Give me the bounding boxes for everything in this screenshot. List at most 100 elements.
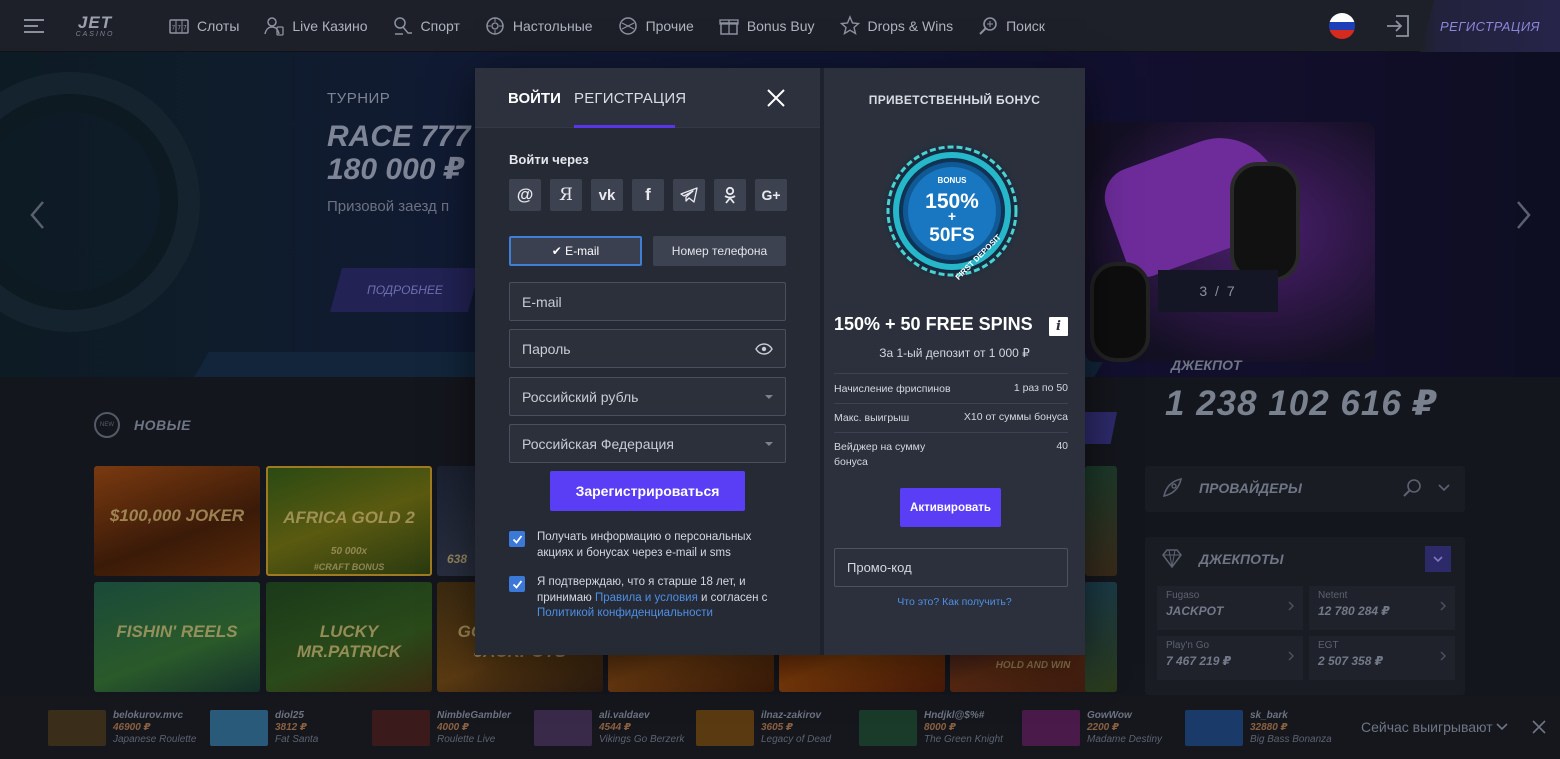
nav-item-slots[interactable]: 7 7 7 Слоты [168, 15, 239, 37]
nav-item-bonus-buy[interactable]: Bonus Buy [718, 15, 815, 37]
jackpot-amount: 12 780 284 ₽ [1318, 604, 1390, 618]
promo-code-placeholder: Промо-код [847, 560, 912, 575]
menu-icon[interactable] [24, 18, 46, 33]
chevron-down-icon[interactable] [1495, 720, 1509, 734]
jackpot-item[interactable]: Netent 12 780 284 ₽ [1309, 586, 1455, 630]
vk-icon: vk [598, 186, 616, 204]
bonus-row-key: Начисление фриспинов [834, 383, 951, 395]
privacy-link[interactable]: Политикой конфиденциальности [537, 607, 713, 619]
winner-item[interactable]: belokurov.mvc 46900 ₽ Japanese Roulette [48, 710, 196, 746]
game-tile[interactable]: FISHIN' REELS [94, 582, 260, 692]
game-tile-title: FISHIN' REELS [116, 622, 238, 641]
bonus-row-value: 40 [1056, 440, 1068, 452]
promo-code-field[interactable]: Промо-код [834, 548, 1068, 587]
winner-game-thumbnail [372, 710, 430, 746]
winner-amount: 3812 ₽ [275, 722, 307, 733]
jackpot-value: 1 238 102 616 ₽ [1165, 384, 1438, 423]
game-tile[interactable]: AFRICA GOLD 2 50 000x #CRAFT BONUS [266, 466, 432, 576]
jackpot-item[interactable]: Play'n Go 7 467 219 ₽ [1157, 636, 1303, 680]
winner-game-thumbnail [48, 710, 106, 746]
bonus-title: ПРИВЕТСТВЕННЫЙ БОНУС [868, 93, 1041, 107]
drops-wins-icon [839, 14, 860, 35]
social-google-plus-button[interactable]: G+ [755, 179, 787, 211]
close-icon[interactable] [1531, 719, 1547, 735]
register-button[interactable]: Зарегистрироваться [550, 471, 745, 511]
social-facebook-button[interactable]: f [632, 179, 664, 211]
promo-help-link[interactable]: Что это? Как получить? [824, 596, 1085, 608]
method-email-button[interactable]: ✔ E-mail [509, 236, 642, 266]
nav-item-table-games[interactable]: Настольные [484, 15, 593, 37]
social-mail-ru-button[interactable]: @ [509, 179, 541, 211]
jackpot-item[interactable]: Fugaso JACKPOT [1157, 586, 1303, 630]
slide-counter: 3 / 7 [1158, 270, 1278, 312]
nav-item-live-casino[interactable]: Live Казино [263, 15, 368, 37]
age-consent-checkbox[interactable] [509, 576, 525, 592]
winner-amount: 3605 ₽ [761, 722, 793, 733]
active-tab-indicator [574, 125, 675, 128]
nav-item-sport[interactable]: Спорт [392, 15, 460, 37]
hero-car-wheel [1230, 162, 1300, 282]
tab-register[interactable]: РЕГИСТРАЦИЯ [574, 90, 686, 107]
google-plus-icon: G+ [761, 187, 781, 203]
jackpots-toggle-button[interactable] [1425, 546, 1451, 572]
tab-login[interactable]: ВОЙТИ [508, 90, 561, 107]
game-tile[interactable]: $100,000 JOKER [94, 466, 260, 576]
logo[interactable]: JET CASINO [60, 14, 130, 38]
nav-item-drops-wins[interactable]: Drops & Wins [839, 14, 953, 37]
winner-item[interactable]: GowWow 2200 ₽ Madame Destiny [1022, 710, 1162, 746]
winner-game-thumbnail [210, 710, 268, 746]
caret-down-icon [765, 441, 773, 446]
bonus-row: Вейджер на сумму бонуса 40 [834, 440, 1068, 470]
social-odnoklassniki-button[interactable] [714, 179, 746, 211]
providers-panel[interactable]: ПРОВАЙДЕРЫ [1145, 466, 1465, 512]
info-icon[interactable]: i [1049, 317, 1068, 336]
password-field[interactable]: Пароль [509, 329, 786, 368]
jackpots-grid: Fugaso JACKPOT Netent 12 780 284 ₽ Play'n Go… [1157, 586, 1455, 680]
winner-item[interactable]: sk_bark 32880 ₽ Big Bass Bonanza [1185, 710, 1332, 746]
language-flag-icon[interactable] [1329, 13, 1355, 39]
email-placeholder: E-mail [522, 293, 562, 310]
winner-item[interactable]: diol25 3812 ₽ Fat Santa [210, 710, 318, 746]
social-yandex-button[interactable]: Я [550, 179, 582, 211]
email-field[interactable]: E-mail [509, 282, 786, 321]
winner-item[interactable]: ali.valdaev 4544 ₽ Vikings Go Berzerk [534, 710, 684, 746]
search-icon[interactable] [1401, 477, 1423, 499]
more-button[interactable]: ПОДРОБНЕЕ [330, 268, 480, 312]
winner-amount: 8000 ₽ [924, 722, 956, 733]
chevron-right-icon[interactable] [1513, 200, 1533, 230]
eye-icon[interactable] [755, 342, 773, 355]
winner-item[interactable]: NimbleGambler 4000 ₽ Roulette Live [372, 710, 511, 746]
social-vk-button[interactable]: vk [591, 179, 623, 211]
svg-text:7 7 7: 7 7 7 [172, 24, 187, 31]
bonus-row-key: Вейджер на сумму бонуса [834, 441, 926, 468]
jackpot-item[interactable]: EGT 2 507 358 ₽ [1309, 636, 1455, 680]
checkmark-icon [512, 579, 522, 589]
winner-item[interactable]: ilnaz-zakirov 3605 ₽ Legacy of Dead [696, 710, 831, 746]
jackpots-title: ДЖЕКПОТЫ [1199, 551, 1284, 567]
game-tile[interactable]: 638 [437, 466, 477, 576]
game-tile[interactable] [1085, 582, 1117, 692]
login-icon[interactable] [1384, 12, 1412, 40]
currency-select[interactable]: Российский рубль [509, 377, 786, 416]
nav-item-other[interactable]: Прочие [617, 15, 694, 37]
nav-item-search[interactable]: Поиск [977, 15, 1045, 37]
close-icon[interactable] [766, 88, 786, 108]
terms-link[interactable]: Правила и условия [595, 592, 698, 604]
social-telegram-button[interactable] [673, 179, 705, 211]
other-icon [618, 16, 637, 35]
game-tile[interactable] [1085, 466, 1117, 576]
chevron-left-icon[interactable] [28, 200, 48, 230]
method-phone-button[interactable]: Номер телефона [653, 236, 786, 266]
marketing-consent-checkbox[interactable] [509, 531, 525, 547]
game-tile[interactable]: LUCKY MR.PATRICK [266, 582, 432, 692]
winner-amount: 2200 ₽ [1087, 722, 1119, 733]
register-top-button[interactable]: РЕГИСТРАЦИЯ [1420, 0, 1560, 52]
hero-car-wheel [1090, 262, 1150, 362]
winner-item[interactable]: Hndjkl@$%# 8000 ₽ The Green Knight [859, 710, 1003, 746]
winner-amount: 46900 ₽ [113, 722, 151, 733]
bonus-row: Начисление фриспинов 1 раз по 50 [834, 382, 1068, 397]
activate-button[interactable]: Активировать [900, 488, 1001, 527]
chevron-down-icon[interactable] [1437, 481, 1451, 495]
winner-game: Big Bass Bonanza [1250, 734, 1332, 745]
country-select[interactable]: Российская Федерация [509, 424, 786, 463]
